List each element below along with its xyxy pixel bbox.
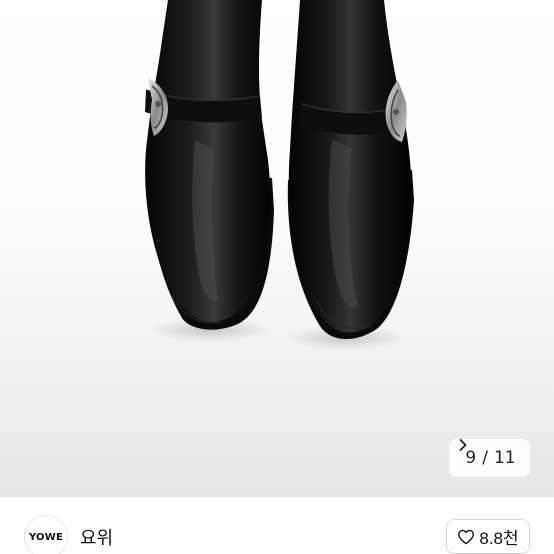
chevron-right-icon [459,439,467,451]
shop-name[interactable]: 요위 [80,524,113,550]
right-shoe [287,0,414,340]
like-button[interactable]: 8.8천 [446,519,530,554]
image-counter-current: 9 [465,448,477,468]
heart-outline-icon [458,529,475,544]
left-shoe [145,0,274,330]
like-count: 8.8천 [479,529,519,548]
image-counter-total: 11 [493,448,516,468]
product-image-gallery[interactable]: 9 / 11 [0,0,554,497]
image-counter-separator: / [482,448,488,468]
product-photo [145,0,414,350]
shop-logo-avatar[interactable]: YOWE [24,515,68,554]
image-counter-button[interactable]: 9 / 11 [449,439,530,477]
product-detail-page: 9 / 11 YOWE 요위 8.8천 [0,0,554,554]
